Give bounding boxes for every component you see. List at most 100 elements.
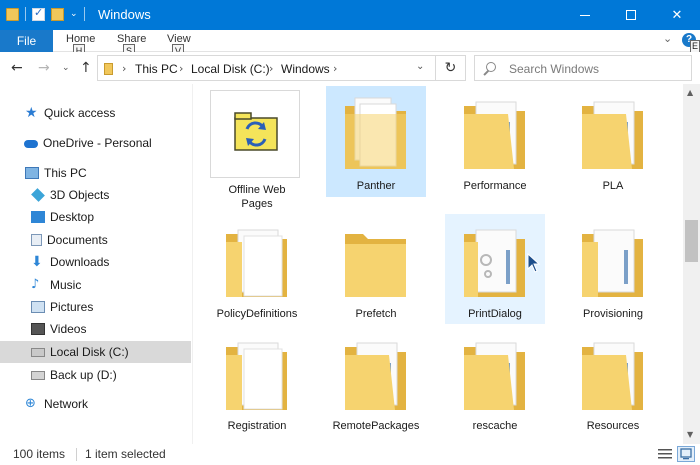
sidebar-item-downloads[interactable]: ⬇ Downloads bbox=[0, 251, 191, 273]
folder-icon bbox=[582, 342, 643, 410]
back-button[interactable]: ← bbox=[11, 60, 23, 76]
file-view: Offline Web Pages Panther Performance PL… bbox=[193, 84, 683, 444]
breadcrumb-separator[interactable]: › bbox=[333, 62, 337, 75]
music-icon: ♪ bbox=[31, 277, 40, 292]
scroll-down-icon[interactable]: ▼ bbox=[687, 430, 693, 439]
file-item[interactable]: Prefetch bbox=[326, 214, 426, 330]
file-item[interactable]: Panther bbox=[326, 86, 426, 197]
folder-icon bbox=[226, 229, 287, 297]
sidebar-item-label: 3D Objects bbox=[50, 188, 110, 202]
breadcrumb-separator[interactable]: › bbox=[269, 62, 273, 75]
star-icon: ★ bbox=[25, 105, 38, 121]
file-name: rescache bbox=[472, 420, 518, 432]
customize-toolbar-caret-icon[interactable]: ⌄ bbox=[70, 9, 78, 19]
sidebar-item-3d-objects[interactable]: 3D Objects bbox=[0, 184, 191, 206]
file-name: PrintDialog bbox=[468, 308, 522, 320]
file-item[interactable]: Registration bbox=[207, 327, 307, 443]
file-name: RemotePackages bbox=[332, 420, 420, 432]
file-item[interactable]: PLA bbox=[563, 86, 663, 202]
sidebar-item-label: OneDrive - Personal bbox=[43, 136, 152, 150]
large-icons-view-icon bbox=[680, 448, 692, 460]
file-item[interactable]: rescache bbox=[445, 327, 545, 443]
minimize-button[interactable] bbox=[562, 0, 608, 30]
sidebar-item-videos[interactable]: Videos bbox=[0, 318, 191, 340]
sidebar-item-pictures[interactable]: Pictures bbox=[0, 296, 191, 318]
file-item[interactable]: Offline Web Pages bbox=[207, 86, 307, 212]
properties-icon[interactable] bbox=[32, 6, 45, 21]
sidebar-item-label: Local Disk (C:) bbox=[50, 345, 129, 359]
quick-access-toolbar: ⌄ bbox=[6, 6, 85, 21]
address-bar[interactable]: › This PC › Local Disk (C:) › Windows › … bbox=[97, 55, 436, 81]
large-icons-view-button[interactable] bbox=[677, 446, 695, 462]
file-item[interactable]: Provisioning bbox=[563, 214, 663, 330]
sidebar-item-documents[interactable]: Documents bbox=[0, 229, 191, 251]
sidebar-item-local-disk[interactable]: Local Disk (C:) bbox=[0, 341, 191, 363]
sidebar-item-onedrive[interactable]: OneDrive - Personal bbox=[0, 132, 191, 154]
folder-icon bbox=[226, 342, 287, 410]
search-input[interactable] bbox=[509, 61, 684, 77]
file-item[interactable]: PolicyDefinitions bbox=[207, 214, 307, 330]
search-icon bbox=[486, 62, 496, 72]
search-box[interactable] bbox=[474, 55, 692, 81]
vertical-scrollbar[interactable]: ▲ ▼ bbox=[683, 84, 700, 444]
sidebar-item-desktop[interactable]: Desktop bbox=[0, 206, 191, 228]
folder-icon bbox=[464, 342, 525, 410]
recent-locations-icon[interactable]: ⌄ bbox=[62, 63, 70, 73]
network-icon: ⊕ bbox=[25, 396, 36, 411]
sidebar-item-music[interactable]: ♪ Music bbox=[0, 274, 191, 296]
disk-icon bbox=[31, 370, 45, 380]
close-button[interactable]: ✕ bbox=[654, 0, 700, 30]
sidebar-item-network[interactable]: ⊕ Network bbox=[0, 393, 191, 415]
file-item[interactable]: Performance bbox=[445, 86, 545, 202]
folder-icon bbox=[104, 63, 113, 75]
file-name: PolicyDefinitions bbox=[216, 308, 298, 320]
sidebar-item-quick-access[interactable]: ★ Quick access bbox=[0, 102, 191, 124]
sidebar-item-label: Desktop bbox=[50, 210, 95, 224]
navigation-pane: ★ Quick access OneDrive - Personal This … bbox=[0, 84, 191, 444]
breadcrumb-local-disk[interactable]: Local Disk (C:) bbox=[191, 62, 270, 76]
folder-icon bbox=[345, 234, 406, 297]
breadcrumb-separator[interactable]: › bbox=[179, 62, 183, 75]
title-bar: ⌄ Windows ✕ bbox=[0, 0, 700, 30]
offline-pages-thumbnail bbox=[210, 90, 300, 178]
sidebar-item-backup[interactable]: Back up (D:) bbox=[0, 364, 191, 386]
file-item[interactable]: RemotePackages bbox=[326, 327, 426, 443]
file-name: PLA bbox=[602, 180, 624, 192]
file-name: Provisioning bbox=[583, 308, 643, 320]
sidebar-item-this-pc[interactable]: This PC bbox=[0, 162, 191, 184]
file-name: Offline Web Pages bbox=[207, 183, 307, 211]
breadcrumb-separator[interactable]: › bbox=[122, 62, 126, 75]
status-divider bbox=[76, 448, 77, 461]
mouse-cursor-icon bbox=[527, 253, 541, 273]
file-name: Prefetch bbox=[355, 308, 397, 320]
details-view-icon[interactable] bbox=[657, 447, 673, 461]
file-name-line: Pages bbox=[241, 198, 273, 210]
offline-sync-icon bbox=[234, 112, 278, 151]
up-button[interactable]: ↑ bbox=[80, 60, 92, 76]
status-bar: 100 items 1 item selected bbox=[0, 444, 700, 465]
sidebar-item-label: This PC bbox=[44, 166, 87, 180]
breadcrumb-windows[interactable]: Windows bbox=[281, 62, 330, 76]
sidebar-item-label: Music bbox=[50, 278, 82, 292]
scroll-up-icon[interactable]: ▲ bbox=[687, 88, 693, 97]
expand-ribbon-icon[interactable]: ⌄ bbox=[663, 32, 672, 45]
sidebar-item-label: Network bbox=[44, 397, 89, 411]
cube-icon bbox=[31, 188, 45, 202]
file-item[interactable]: Resources bbox=[563, 327, 663, 443]
file-name: Performance bbox=[463, 180, 527, 192]
new-folder-icon[interactable] bbox=[51, 7, 64, 21]
maximize-button[interactable] bbox=[608, 0, 654, 30]
refresh-button[interactable]: ↻ bbox=[436, 55, 466, 81]
sidebar-item-label: Quick access bbox=[44, 106, 116, 120]
selection-count: 1 item selected bbox=[85, 447, 166, 461]
refresh-icon: ↻ bbox=[444, 60, 457, 76]
folder-icon bbox=[345, 97, 406, 169]
tab-file[interactable]: File bbox=[0, 30, 53, 52]
sidebar-item-label: Pictures bbox=[50, 300, 94, 314]
forward-button[interactable]: → bbox=[38, 60, 50, 76]
breadcrumb-this-pc[interactable]: This PC bbox=[135, 62, 178, 76]
scrollbar-thumb[interactable] bbox=[685, 220, 698, 262]
address-dropdown-icon[interactable]: ⌄ bbox=[416, 61, 424, 72]
address-row: ← → ⌄ ↑ › This PC › Local Disk (C:) › Wi… bbox=[0, 52, 700, 84]
folder-icon bbox=[464, 229, 525, 297]
